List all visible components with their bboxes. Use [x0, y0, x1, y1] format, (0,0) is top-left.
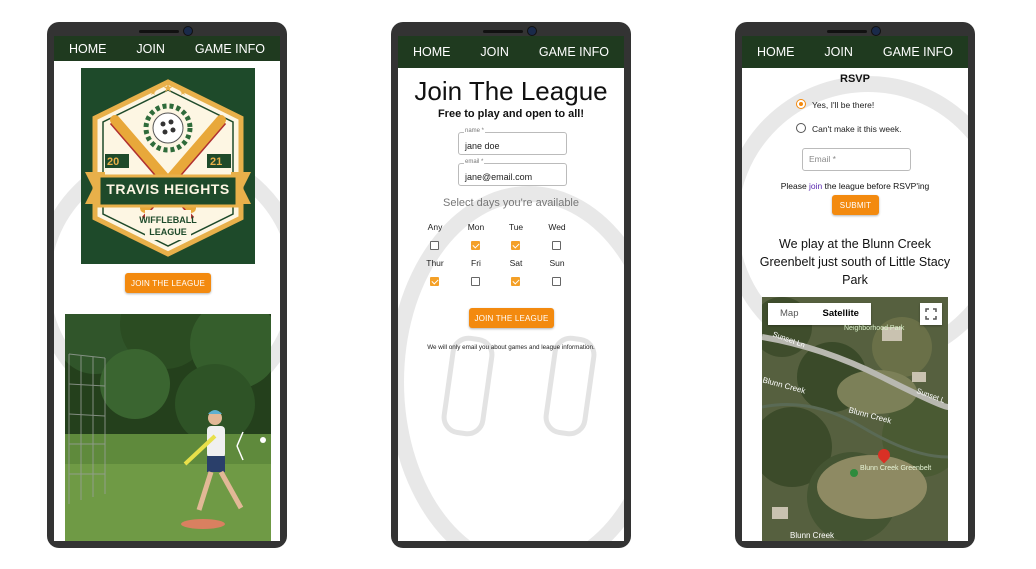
nav-game-info[interactable]: GAME INFO	[883, 45, 953, 59]
day-label: Thur	[426, 258, 444, 268]
submit-button[interactable]: SUBMIT	[832, 195, 879, 215]
nav-home[interactable]: HOME	[69, 42, 107, 56]
svg-text:★: ★	[179, 88, 186, 97]
day-label: Mon	[467, 222, 485, 232]
phone-screen-game-info[interactable]: HOME JOIN GAME INFO RSVP Yes, I'll be th…	[742, 36, 968, 541]
day-checkbox[interactable]	[511, 241, 520, 250]
phone-screen-home[interactable]: HOME JOIN GAME INFO ★ ★ ★ 20 21 TRAVIS H…	[54, 36, 280, 541]
email-footnote: We will only email you about games and l…	[427, 344, 595, 351]
join-link[interactable]: join	[809, 181, 822, 191]
email-field-label: email *	[464, 159, 485, 165]
page-subtitle: Free to play and open to all!	[437, 108, 585, 120]
email-field-value: jane@email.com	[465, 172, 533, 182]
location-text: We play at the Blunn Creek Greenbelt jus…	[759, 237, 951, 287]
logo-title: TRAVIS HEIGHTS	[106, 181, 230, 197]
nav-home[interactable]: HOME	[413, 45, 451, 59]
league-logo: ★ ★ ★ 20 21 TRAVIS HEIGHTS WIFFLEBALL LE…	[81, 68, 255, 264]
day-label: Wed	[548, 222, 566, 232]
day-checkbox[interactable]	[430, 241, 439, 250]
player-photo	[65, 314, 271, 541]
day-label: Any	[427, 222, 443, 232]
day-label: Fri	[471, 258, 481, 268]
day-label: Sun	[549, 258, 565, 268]
top-nav: HOME JOIN GAME INFO	[398, 36, 624, 68]
svg-text:★: ★	[149, 88, 156, 97]
map-type-control: Map Satellite	[768, 303, 871, 325]
email-field[interactable]: email * jane@email.com	[458, 159, 567, 186]
page-title: Join The League	[414, 76, 608, 106]
map-label-neighborhood: Neighborhood Park	[844, 325, 905, 332]
top-nav: HOME JOIN GAME INFO	[54, 36, 280, 61]
rsvp-note-suffix: the league before RSVP'ing	[822, 181, 930, 191]
rsvp-note-prefix: Please	[780, 181, 810, 191]
day-checkbox[interactable]	[430, 277, 439, 286]
fullscreen-button[interactable]	[920, 303, 942, 325]
map-tab-satellite[interactable]: Satellite	[810, 303, 870, 325]
day-label: Tue	[508, 222, 524, 232]
rsvp-email-input[interactable]: Email *	[802, 148, 911, 171]
rsvp-no-label[interactable]: Can't make it this week.	[812, 124, 902, 134]
rsvp-no-radio[interactable]	[796, 123, 806, 133]
day-label: Sat	[509, 258, 523, 268]
map-label-blunn-creek-3: Blunn Creek	[790, 531, 835, 540]
nav-join[interactable]: JOIN	[480, 45, 508, 59]
join-league-button[interactable]: JOIN THE LEAGUE	[125, 273, 211, 293]
name-field-value: jane doe	[465, 141, 500, 151]
name-field[interactable]: name * jane doe	[458, 128, 567, 155]
nav-game-info[interactable]: GAME INFO	[195, 42, 265, 56]
location-map[interactable]: Map Satellite Neighborhood Park Sunset L…	[762, 297, 948, 541]
rsvp-title: RSVP	[840, 73, 870, 85]
logo-year-left: 20	[107, 156, 120, 168]
fullscreen-icon	[925, 308, 937, 320]
park-marker-icon	[850, 469, 858, 477]
top-nav: HOME JOIN GAME INFO	[742, 36, 968, 68]
nav-game-info[interactable]: GAME INFO	[539, 45, 609, 59]
map-label-pin: Blunn Creek Greenbelt	[860, 465, 932, 472]
camera-icon	[527, 26, 537, 36]
rsvp-yes-label[interactable]: Yes, I'll be there!	[812, 100, 874, 110]
camera-icon	[183, 26, 193, 36]
day-checkbox[interactable]	[471, 277, 480, 286]
phone-screen-join[interactable]: HOME JOIN GAME INFO Join The League Free…	[398, 36, 624, 541]
phone-frame-join: HOME JOIN GAME INFO Join The League Free…	[391, 22, 631, 548]
day-checkbox[interactable]	[552, 277, 561, 286]
name-field-label: name *	[464, 128, 486, 134]
svg-text:★: ★	[163, 81, 174, 95]
logo-subtitle-1: WIFFLEBALL	[139, 215, 197, 225]
phone-frame-home: HOME JOIN GAME INFO ★ ★ ★ 20 21 TRAVIS H…	[47, 22, 287, 548]
rsvp-note: Please join the league before RSVP'ing	[742, 181, 968, 191]
logo-subtitle-2: LEAGUE	[149, 227, 187, 237]
camera-icon	[871, 26, 881, 36]
join-league-button[interactable]: JOIN THE LEAGUE	[469, 308, 554, 328]
logo-year-right: 21	[210, 156, 223, 168]
nav-home[interactable]: HOME	[757, 45, 795, 59]
satellite-imagery	[762, 297, 948, 541]
days-heading: Select days you're available	[442, 197, 579, 209]
day-checkbox[interactable]	[511, 277, 520, 286]
day-checkbox[interactable]	[552, 241, 561, 250]
day-checkbox[interactable]	[471, 241, 480, 250]
nav-join[interactable]: JOIN	[824, 45, 852, 59]
phone-frame-game-info: HOME JOIN GAME INFO RSVP Yes, I'll be th…	[735, 22, 975, 548]
nav-join[interactable]: JOIN	[136, 42, 164, 56]
rsvp-email-placeholder: Email *	[809, 154, 836, 164]
map-tab-map[interactable]: Map	[768, 303, 810, 325]
rsvp-yes-radio[interactable]	[796, 99, 806, 109]
